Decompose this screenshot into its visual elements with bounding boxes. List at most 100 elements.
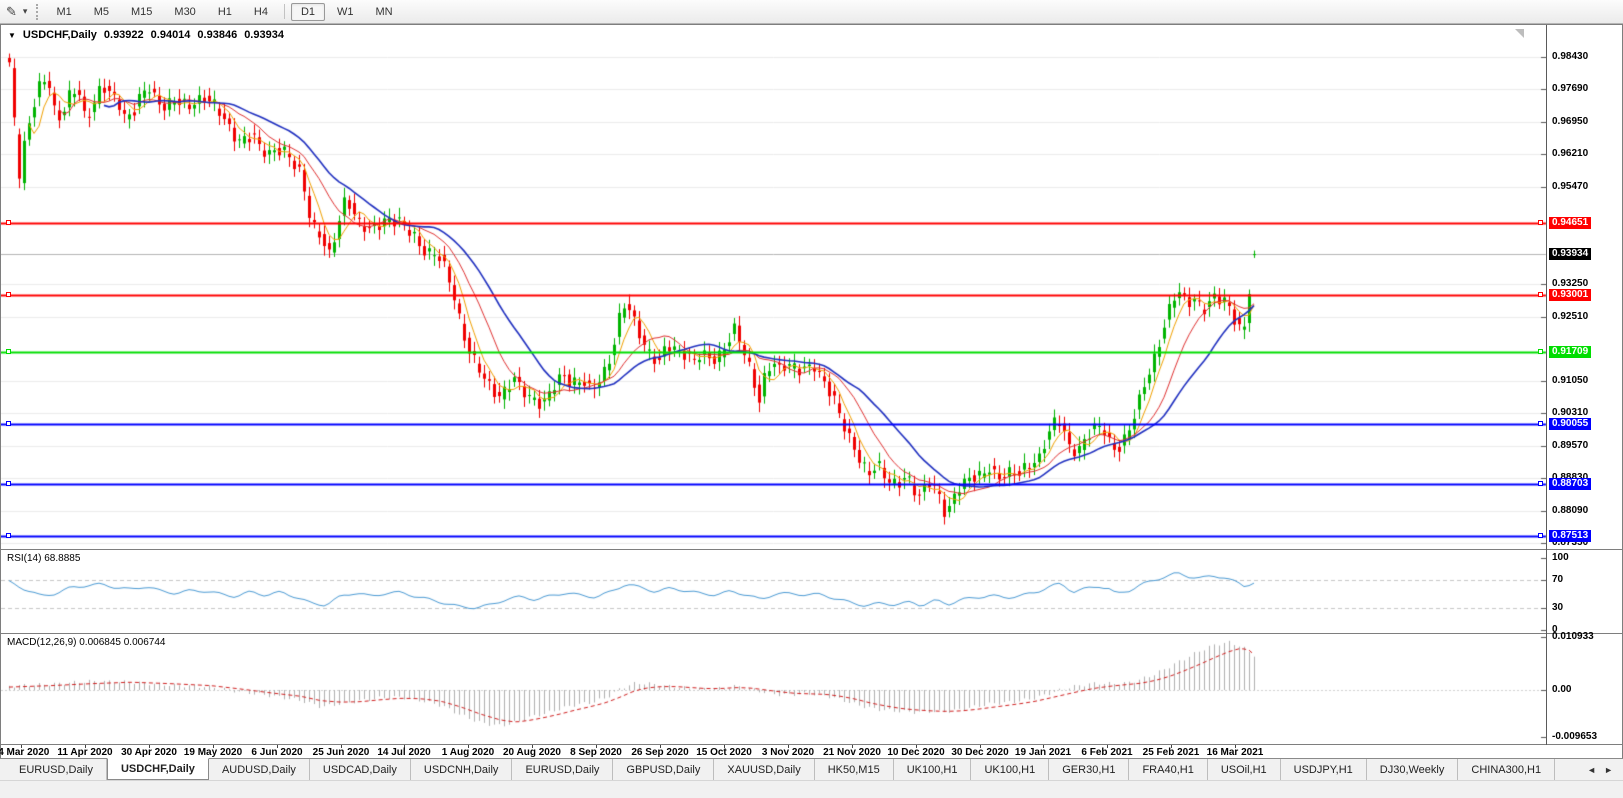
hline-price-label: 0.94651 — [1549, 217, 1591, 229]
price-axis-tick: 0.91050 — [1552, 375, 1588, 386]
price-axis-tick: 0.96210 — [1552, 148, 1588, 159]
date-axis-label: 19 Jan 2021 — [1015, 747, 1071, 758]
price-axis-tick: 0.96950 — [1552, 116, 1588, 127]
scroll-to-end-marker-icon[interactable] — [1515, 29, 1524, 38]
tab-usdcnh-daily[interactable]: USDCNH,Daily — [411, 759, 513, 780]
hline-handle[interactable] — [1538, 481, 1543, 486]
tab-audusd-daily[interactable]: AUDUSD,Daily — [209, 759, 310, 780]
tab-usdchf-daily[interactable]: USDCHF,Daily — [107, 758, 209, 780]
hline-handle[interactable] — [6, 292, 11, 297]
toolbar-separator — [284, 4, 285, 19]
hline-price-label: 0.90055 — [1549, 418, 1591, 430]
timeframe-button-group: M1M5M15M30H1H4 D1W1MN — [45, 3, 403, 21]
timeframe-button-h4[interactable]: H4 — [244, 3, 278, 21]
tab-china300-h1[interactable]: CHINA300,H1 — [1458, 759, 1555, 780]
timeframe-button-m15[interactable]: M15 — [121, 3, 162, 21]
price-axis-tick: 0.90310 — [1552, 407, 1588, 418]
tab-usdcad-daily[interactable]: USDCAD,Daily — [310, 759, 411, 780]
main-chart-panel: ▼ USDCHF,Daily 0.93922 0.94014 0.93846 0… — [1, 25, 1622, 549]
macd-axis-tick: 0.00 — [1552, 684, 1571, 695]
chart-title: ▼ USDCHF,Daily 0.93922 0.94014 0.93846 0… — [8, 29, 284, 41]
date-axis-label: 15 Oct 2020 — [696, 747, 752, 758]
tab-usdjpy-h1[interactable]: USDJPY,H1 — [1281, 759, 1367, 780]
tab-eurusd-daily[interactable]: EURUSD,Daily — [512, 759, 613, 780]
tab-xauusd-daily[interactable]: XAUUSD,Daily — [714, 759, 814, 780]
chart-window: ▼ USDCHF,Daily 0.93922 0.94014 0.93846 0… — [0, 24, 1623, 760]
date-axis-label: 6 Jun 2020 — [251, 747, 302, 758]
date-axis-label: 1 Aug 2020 — [442, 747, 494, 758]
macd-axis-tick: -0.009653 — [1552, 731, 1597, 742]
date-axis-label: 14 Jul 2020 — [377, 747, 430, 758]
rsi-axis-tick: 100 — [1552, 552, 1569, 563]
hline-handle[interactable] — [6, 533, 11, 538]
toolbar-grip[interactable] — [36, 4, 38, 20]
macd-panel: MACD(12,26,9) 0.006845 0.006744 — [1, 634, 1622, 745]
hline-price-label: 0.87513 — [1549, 530, 1591, 542]
rsi-label: RSI(14) 68.8885 — [7, 553, 80, 564]
macd-canvas[interactable] — [1, 634, 1547, 745]
date-axis-label: 30 Apr 2020 — [121, 747, 177, 758]
timeframe-button-h1[interactable]: H1 — [208, 3, 242, 21]
price-axis-tick: 0.88090 — [1552, 505, 1588, 516]
tab-gbpusd-daily[interactable]: GBPUSD,Daily — [613, 759, 714, 780]
tab-fra40-h1[interactable]: FRA40,H1 — [1129, 759, 1207, 780]
quote-high: 0.94014 — [151, 29, 191, 41]
macd-label: MACD(12,26,9) 0.006845 0.006744 — [7, 637, 165, 648]
date-axis-label: 20 Aug 2020 — [503, 747, 561, 758]
timeframe-button-w1[interactable]: W1 — [327, 3, 364, 21]
collapse-indicator-icon[interactable]: ▼ — [8, 31, 16, 40]
date-axis-label: 19 May 2020 — [184, 747, 242, 758]
hline-handle[interactable] — [6, 349, 11, 354]
hline-handle[interactable] — [1538, 292, 1543, 297]
timeframe-button-m1[interactable]: M1 — [46, 3, 81, 21]
hline-handle[interactable] — [6, 481, 11, 486]
price-axis-border — [1546, 25, 1547, 745]
chart-tab-bar: EURUSD,DailyUSDCHF,DailyAUDUSD,DailyUSDC… — [0, 758, 1623, 780]
date-axis-label: 26 Sep 2020 — [631, 747, 688, 758]
hline-handle[interactable] — [1538, 533, 1543, 538]
main-chart-canvas[interactable] — [1, 25, 1547, 549]
rsi-axis-tick: 70 — [1552, 574, 1563, 585]
timeframe-button-mn[interactable]: MN — [366, 3, 403, 21]
tab-eurusd-daily[interactable]: EURUSD,Daily — [6, 759, 107, 780]
date-axis-label: 11 Apr 2020 — [57, 747, 112, 758]
timeframe-button-d1[interactable]: D1 — [291, 3, 325, 21]
current-price-label: 0.93934 — [1549, 248, 1591, 260]
hline-price-label: 0.93001 — [1549, 289, 1591, 301]
draw-tool-icon[interactable]: ✎ — [0, 4, 19, 20]
chevron-down-icon[interactable]: ▾ — [19, 6, 32, 17]
quote-close: 0.93934 — [244, 29, 284, 41]
hline-price-label: 0.88703 — [1549, 478, 1591, 490]
tab-uk100-h1[interactable]: UK100,H1 — [971, 759, 1049, 780]
hline-handle[interactable] — [1538, 421, 1543, 426]
timeframe-button-m5[interactable]: M5 — [84, 3, 119, 21]
date-axis-label: 25 Feb 2021 — [1143, 747, 1200, 758]
tab-scroll-left-icon[interactable]: ◄ — [1587, 765, 1596, 775]
price-axis-tick: 0.92510 — [1552, 311, 1588, 322]
price-axis-tick: 0.95470 — [1552, 181, 1588, 192]
tab-ger30-h1[interactable]: GER30,H1 — [1049, 759, 1129, 780]
tab-usoil-h1[interactable]: USOil,H1 — [1208, 759, 1281, 780]
hline-handle[interactable] — [6, 220, 11, 225]
top-toolbar: ✎ ▾ M1M5M15M30H1H4 D1W1MN — [0, 0, 1623, 24]
date-axis-label: 6 Feb 2021 — [1081, 747, 1132, 758]
timeframe-button-m30[interactable]: M30 — [164, 3, 205, 21]
date-axis-label: 21 Nov 2020 — [823, 747, 881, 758]
tab-hk50-m15[interactable]: HK50,M15 — [815, 759, 894, 780]
tab-uk100-h1[interactable]: UK100,H1 — [894, 759, 972, 780]
hline-handle[interactable] — [1538, 349, 1543, 354]
price-axis-tick: 0.98430 — [1552, 51, 1588, 62]
date-axis-label: 24 Mar 2020 — [0, 747, 49, 758]
quote-low: 0.93846 — [197, 29, 237, 41]
date-axis-label: 3 Nov 2020 — [762, 747, 814, 758]
hline-handle[interactable] — [1538, 220, 1543, 225]
rsi-axis-tick: 30 — [1552, 602, 1563, 613]
hline-handle[interactable] — [6, 421, 11, 426]
date-axis-label: 16 Mar 2021 — [1207, 747, 1264, 758]
rsi-canvas[interactable] — [1, 550, 1547, 633]
price-axis-tick: 0.93250 — [1552, 278, 1588, 289]
tab-dj30-weekly[interactable]: DJ30,Weekly — [1367, 759, 1459, 780]
hline-price-label: 0.91709 — [1549, 346, 1591, 358]
tab-scroll-right-icon[interactable]: ► — [1604, 765, 1613, 775]
date-axis-label: 8 Sep 2020 — [570, 747, 622, 758]
